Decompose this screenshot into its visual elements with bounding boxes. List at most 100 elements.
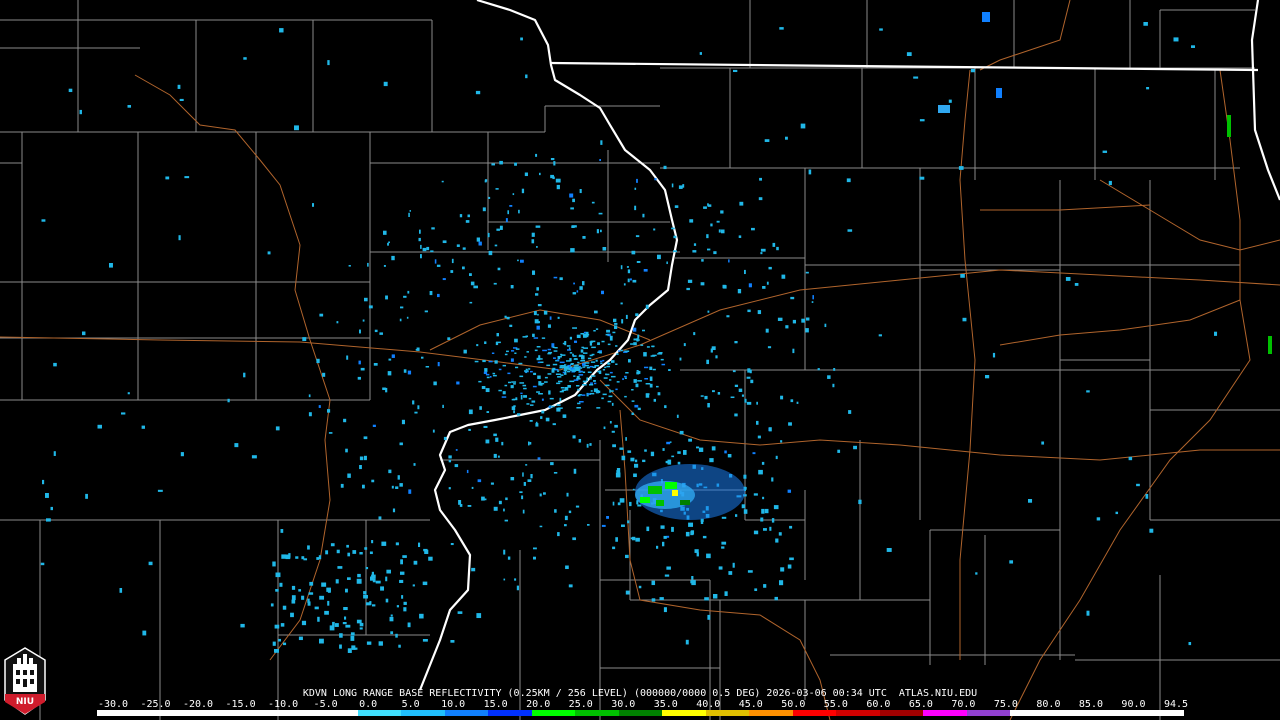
echo-pixel: [476, 237, 481, 242]
echo-pixel: [548, 406, 552, 408]
echo-pixel: [614, 424, 618, 428]
echo-pixel: [580, 349, 584, 353]
echo-pixel: [294, 125, 299, 131]
echo-pixel: [1086, 390, 1090, 393]
echo-pixel: [551, 370, 555, 373]
echo-pixel: [663, 607, 667, 613]
echo-pixel: [534, 349, 538, 352]
echo-pixel: [713, 251, 717, 255]
echo-pixel: [325, 550, 329, 555]
color-scale-segment: [1053, 710, 1098, 716]
echo-pixel: [350, 632, 355, 636]
echo-pixel: [608, 395, 613, 398]
echo-pixel: [668, 369, 671, 372]
echo-pixel: [519, 382, 525, 384]
echo-pixel: [523, 482, 526, 486]
echo-pixel: [485, 388, 490, 393]
radar-map: [0, 0, 1280, 720]
echo-pixel: [652, 368, 656, 371]
echo-pixel: [511, 350, 515, 352]
echo-pixel: [582, 236, 586, 239]
echo-pixel: [962, 317, 967, 322]
echo-pixel: [450, 543, 454, 546]
echo-pixel: [462, 266, 465, 270]
echo-pixel: [524, 356, 527, 358]
echo-pixel: [347, 473, 351, 478]
echo-pixel: [442, 240, 447, 244]
echo-pixel: [635, 235, 640, 238]
echo-pixel: [316, 557, 320, 560]
echo-pixel: [688, 522, 694, 527]
echo-pixel: [671, 455, 675, 458]
echo-pixel: [744, 398, 747, 403]
echo-pixel: [631, 412, 634, 416]
echo-pixel: [417, 405, 420, 410]
color-scale-label: -15.0: [225, 699, 256, 710]
echo-pixel: [516, 585, 520, 591]
echo-pixel: [281, 554, 286, 559]
echo-pixel: [497, 267, 501, 271]
echo-pixel: [251, 455, 257, 459]
echo-pixel: [620, 265, 623, 270]
echo-pixel: [529, 420, 533, 422]
echo-pixel: [785, 136, 788, 140]
echo-pixel: [344, 616, 347, 620]
echo-pixel: [653, 398, 657, 402]
echo-pixel: [513, 410, 515, 414]
echo-pixel: [385, 598, 389, 603]
echo-pixel: [518, 209, 520, 214]
echo-pixel: [758, 469, 763, 475]
echo-pixel: [623, 283, 626, 286]
echo-pixel: [431, 227, 435, 230]
echo-pixel: [319, 313, 324, 317]
echo-pixel: [428, 556, 433, 561]
echo-pixel: [437, 362, 440, 367]
echo-pixel: [46, 518, 51, 522]
echo-pixel: [557, 532, 560, 537]
echo-pixel: [541, 337, 546, 339]
echo-pixel: [579, 354, 584, 357]
echo-pixel: [552, 363, 558, 366]
echo-pixel: [180, 452, 184, 457]
echo-pixel: [537, 304, 542, 307]
echo-pixel: [312, 203, 315, 207]
echo-pixel: [543, 492, 546, 495]
echo-pixel: [522, 509, 525, 514]
echo-pixel: [785, 325, 789, 329]
echo-pixel: [503, 508, 505, 512]
echo-pixel: [528, 397, 532, 400]
echo-pixel: [1173, 37, 1179, 42]
echo-pixel: [533, 372, 537, 376]
echo-pixel: [383, 230, 387, 235]
echo-pixel: [555, 178, 561, 183]
echo-pixel: [687, 279, 693, 283]
echo-pixel: [447, 337, 451, 341]
echo-pixel: [53, 362, 57, 367]
echo-pixel: [812, 295, 814, 300]
echo-pixel: [635, 459, 638, 463]
echo-pixel: [619, 498, 625, 503]
echo-pixel: [1074, 283, 1079, 286]
echo-pixel: [734, 341, 738, 344]
echo-pixel: [395, 486, 399, 489]
echo-pixel: [777, 317, 783, 321]
echo-pixel: [372, 424, 376, 427]
echo-pixel: [658, 352, 663, 354]
echo-pixel: [774, 596, 778, 601]
echo-pixel: [607, 400, 612, 403]
echo-pixel: [759, 177, 763, 181]
echo-pixel: [767, 346, 772, 349]
echo-pixel: [683, 450, 687, 455]
echo-pixel: [402, 555, 407, 558]
echo-pixel: [280, 529, 284, 533]
echo-pixel: [706, 553, 711, 559]
echo-pixel: [805, 271, 809, 274]
echo-pixel: [732, 370, 736, 373]
color-scale-label: 20.0: [526, 699, 551, 710]
echo-pixel: [605, 373, 610, 376]
echo-pixel: [486, 376, 490, 379]
echo-pixel: [407, 370, 412, 375]
echo-pixel: [525, 464, 528, 466]
echo-pixel: [363, 591, 367, 595]
echo-pixel: [385, 576, 388, 582]
